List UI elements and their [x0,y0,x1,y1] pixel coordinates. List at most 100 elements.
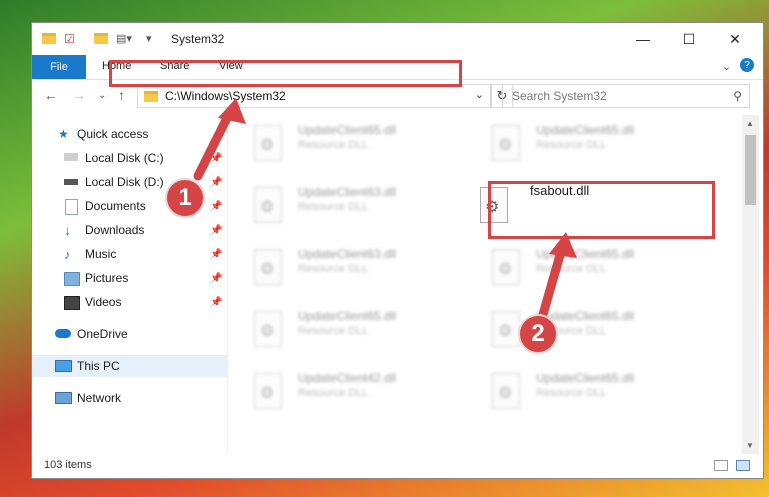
sidebar-item-label: Pictures [85,271,129,285]
maximize-button[interactable]: ☐ [666,23,712,55]
address-bar[interactable]: C:\Windows\System32 ⌄ [137,84,491,108]
sidebar-item-music[interactable]: ♪ Music 📌 [32,243,227,265]
gear-icon: ⚙ [260,199,275,216]
file-highlight-box [488,181,715,239]
customize-toolbar-icon[interactable]: ▤▾ [116,32,132,46]
file-name: UpdateClient63.dll [298,247,397,261]
sidebar-item-label: Documents [85,199,146,213]
gear-icon: ⚙ [260,137,275,154]
search-icon[interactable]: ⚲ [733,89,742,103]
file-item[interactable]: ⚙ UpdateClient65.dll Resource DLL [232,307,462,355]
file-name: UpdateClient65.dll [536,371,635,385]
file-item[interactable]: ⚙ UpdateClient65.dll Resource DLL [470,121,700,169]
file-item[interactable]: ⚙ UpdateClient65.dll Resource DLL [470,369,700,417]
videos-icon [64,296,80,310]
details-view-icon[interactable] [714,460,728,471]
file-type: Resource DLL [298,325,369,337]
file-item[interactable]: ⚙ UpdateClient63.dll Resource DLL [232,183,462,231]
gear-icon: ⚙ [260,261,275,278]
quick-access-dropdown-icon[interactable]: ▾ [146,32,152,46]
sidebar-item-onedrive[interactable]: OneDrive [32,323,227,345]
documents-icon [65,199,78,215]
sidebar-item-label: OneDrive [77,327,128,341]
help-icon[interactable]: ? [740,58,754,72]
status-bar: 103 items [32,454,763,478]
pin-icon: 📌 [210,272,223,284]
drive-icon [64,153,78,161]
gear-icon: ⚙ [498,323,513,340]
file-item[interactable]: ⚙ UpdateClient65.dll Resource DLL [470,307,700,355]
file-type: Resource DLL [298,387,369,399]
recent-locations-icon[interactable]: ⌄ [98,90,106,101]
pc-icon [55,360,72,372]
properties-icon[interactable]: ☑ [64,32,75,46]
search-placeholder: Search System32 [512,89,607,103]
tab-file[interactable]: File [32,55,86,79]
explorer-window: ☑ ▤▾ ▾ System32 — ☐ ✕ File Home Share Vi… [31,22,764,479]
scroll-down-icon[interactable]: ▼ [746,441,754,450]
search-input[interactable]: Search System32 ⚲ [502,84,750,108]
downloads-icon: ↓ [64,222,71,238]
gear-icon: ⚙ [498,385,513,402]
sidebar-item-label: Music [85,247,117,261]
back-icon[interactable]: ← [44,87,58,103]
file-name: UpdateClient42.dll [298,371,397,385]
sidebar-item-network[interactable]: Network [32,387,227,409]
vertical-scrollbar[interactable]: ▲ ▼ [742,115,759,455]
drive-icon [64,179,78,185]
pin-icon: 📌 [210,152,223,164]
large-icons-view-icon[interactable] [736,460,750,471]
sidebar-item-label: Local Disk (D:) [85,175,164,189]
scroll-thumb[interactable] [745,135,756,205]
sidebar-item-label: Downloads [85,223,145,237]
sidebar-item-this-pc[interactable]: This PC [32,355,227,377]
scroll-up-icon[interactable]: ▲ [746,119,754,128]
gear-icon: ⚙ [498,137,513,154]
item-count: 103 items [44,459,92,471]
sidebar-item-label: Network [77,391,122,405]
file-type: Resource DLL [298,201,369,213]
file-type: Resource DLL [536,387,607,399]
navigation-pane: ★ Quick access Local Disk (C:) 📌 Local D… [32,115,228,455]
sidebar-item-label: Local Disk (C:) [85,151,164,165]
gear-icon: ⚙ [498,261,513,278]
minimize-button[interactable]: — [620,23,666,55]
sidebar-item-downloads[interactable]: ↓ Downloads 📌 [32,219,227,241]
file-type: Resource DLL [298,139,369,151]
pin-icon: 📌 [210,248,223,260]
music-icon: ♪ [64,246,71,262]
file-name: UpdateClient65.dll [536,247,635,261]
file-item[interactable]: ⚙ UpdateClient63.dll Resource DLL [232,245,462,293]
callout-badge-2: 2 [518,314,558,354]
pin-icon: 📌 [210,296,223,308]
new-folder-icon[interactable] [94,33,108,44]
title-bar: ☑ ▤▾ ▾ System32 — ☐ ✕ [32,23,763,55]
close-button[interactable]: ✕ [712,23,758,55]
file-item[interactable]: ⚙ UpdateClient42.dll Resource DLL [232,369,462,417]
sidebar-item-pictures[interactable]: Pictures 📌 [32,267,227,289]
chevron-down-icon[interactable]: ⌄ [475,88,484,101]
callout-badge-1: 1 [165,178,205,218]
star-icon: ★ [58,127,69,141]
file-type: Resource DLL [536,263,607,275]
file-type: Resource DLL [298,263,369,275]
sidebar-item-videos[interactable]: Videos 📌 [32,291,227,313]
expand-ribbon-icon[interactable]: ⌄ [722,60,731,73]
file-name: UpdateClient65.dll [536,123,635,137]
file-item[interactable]: ⚙ UpdateClient65.dll Resource DLL [232,121,462,169]
up-icon[interactable]: ↑ [118,87,125,103]
pin-icon: 📌 [210,224,223,236]
pin-icon: 📌 [210,176,223,188]
network-icon [55,392,72,404]
file-item[interactable]: ⚙ UpdateClient65.dll Resource DLL [470,245,700,293]
gear-icon: ⚙ [260,323,275,340]
sidebar-item-quick-access[interactable]: ★ Quick access [32,123,227,145]
sidebar-item-local-disk-c[interactable]: Local Disk (C:) 📌 [32,147,227,169]
sidebar-item-label: This PC [77,359,120,373]
address-highlight-box [109,60,462,87]
sidebar-item-label: Videos [85,295,122,309]
pin-icon: 📌 [210,200,223,212]
address-path[interactable]: C:\Windows\System32 [165,89,286,103]
file-type: Resource DLL [536,139,607,151]
forward-icon[interactable]: → [72,87,86,103]
